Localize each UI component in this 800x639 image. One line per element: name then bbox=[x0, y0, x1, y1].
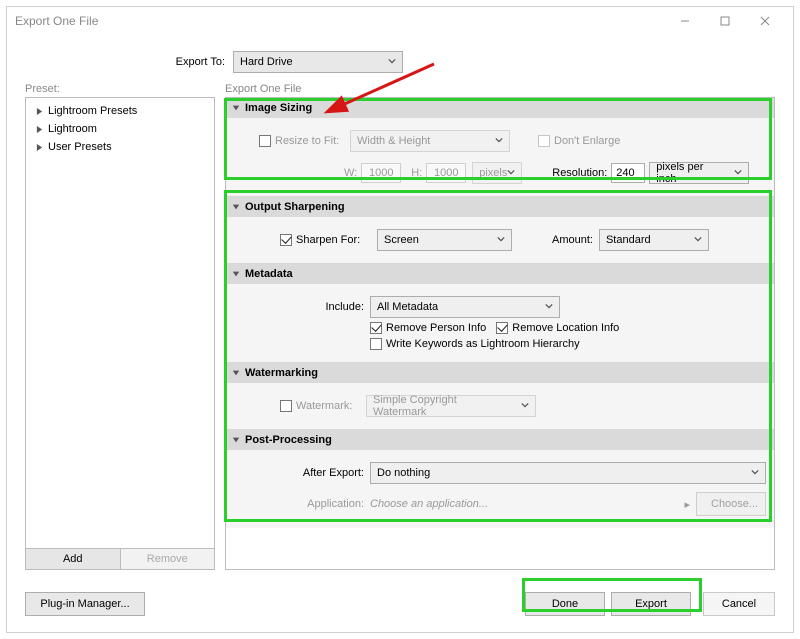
metadata-header[interactable]: Metadata bbox=[226, 264, 774, 284]
application-placeholder: Choose an application... bbox=[370, 498, 678, 510]
title-bar: Export One File bbox=[7, 7, 793, 35]
preset-label: Lightroom Presets bbox=[48, 105, 137, 117]
chevron-down-icon bbox=[388, 56, 396, 68]
amount-dropdown[interactable]: Standard bbox=[599, 229, 709, 251]
sharpen-for-dropdown[interactable]: Screen bbox=[377, 229, 512, 251]
after-export-label: After Export: bbox=[234, 467, 364, 479]
chevron-down-icon bbox=[521, 400, 529, 412]
remove-location-label: Remove Location Info bbox=[512, 322, 619, 334]
chevron-down-icon bbox=[694, 234, 702, 246]
triangle-down-icon bbox=[232, 203, 242, 211]
chevron-down-icon bbox=[751, 467, 759, 479]
chevron-down-icon bbox=[734, 167, 742, 179]
image-sizing-section: Image Sizing Resize to Fit: Width & Heig… bbox=[226, 98, 774, 197]
width-label: W: bbox=[344, 167, 357, 179]
done-button[interactable]: Done bbox=[525, 592, 605, 616]
triangle-down-icon bbox=[232, 270, 242, 278]
close-button[interactable] bbox=[745, 7, 785, 35]
include-dropdown[interactable]: All Metadata bbox=[370, 296, 560, 318]
triangle-right-icon bbox=[34, 143, 44, 152]
watermark-label: Watermark: bbox=[296, 400, 366, 412]
dont-enlarge-checkbox bbox=[538, 135, 550, 147]
application-label: Application: bbox=[234, 498, 364, 510]
preset-list[interactable]: Lightroom Presets Lightroom User Presets bbox=[25, 97, 215, 549]
output-sharpening-header[interactable]: Output Sharpening bbox=[226, 197, 774, 217]
watermarking-section: Watermarking Watermark: Simple Copyright… bbox=[226, 363, 774, 430]
plugin-manager-button[interactable]: Plug-in Manager... bbox=[25, 592, 145, 616]
after-export-dropdown[interactable]: Do nothing bbox=[370, 462, 766, 484]
cancel-button[interactable]: Cancel bbox=[703, 592, 775, 616]
watermarking-header[interactable]: Watermarking bbox=[226, 363, 774, 383]
preset-label: User Presets bbox=[48, 141, 112, 153]
triangle-right-icon: ▸ bbox=[684, 498, 690, 511]
export-to-value: Hard Drive bbox=[240, 56, 293, 68]
window-title: Export One File bbox=[15, 14, 665, 28]
maximize-button[interactable] bbox=[705, 7, 745, 35]
triangle-right-icon bbox=[34, 125, 44, 134]
chevron-down-icon bbox=[495, 135, 503, 147]
chevron-down-icon bbox=[497, 234, 505, 246]
export-button[interactable]: Export bbox=[611, 592, 691, 616]
chevron-down-icon bbox=[545, 301, 553, 313]
export-dialog: Export One File Export To: Hard Drive Pr… bbox=[6, 6, 794, 633]
add-preset-button[interactable]: Add bbox=[26, 549, 121, 569]
preset-item[interactable]: Lightroom Presets bbox=[26, 102, 214, 120]
height-label: H: bbox=[411, 167, 422, 179]
resize-to-fit-label: Resize to Fit: bbox=[275, 135, 350, 147]
preset-item[interactable]: User Presets bbox=[26, 138, 214, 156]
triangle-down-icon bbox=[232, 104, 242, 112]
resolution-field[interactable] bbox=[611, 163, 645, 183]
settings-panel: Image Sizing Resize to Fit: Width & Heig… bbox=[225, 97, 775, 570]
export-to-dropdown[interactable]: Hard Drive bbox=[233, 51, 403, 73]
height-field bbox=[426, 163, 466, 183]
dont-enlarge-label: Don't Enlarge bbox=[554, 135, 620, 147]
remove-preset-button[interactable]: Remove bbox=[121, 549, 215, 569]
write-keywords-checkbox[interactable] bbox=[370, 338, 382, 350]
include-label: Include: bbox=[234, 301, 364, 313]
watermark-dropdown: Simple Copyright Watermark bbox=[366, 395, 536, 417]
minimize-button[interactable] bbox=[665, 7, 705, 35]
right-header: Export One File bbox=[225, 83, 775, 95]
resize-mode-dropdown: Width & Height bbox=[350, 130, 510, 152]
post-processing-header[interactable]: Post-Processing bbox=[226, 430, 774, 450]
resize-to-fit-checkbox[interactable] bbox=[259, 135, 271, 147]
metadata-section: Metadata Include: All Metadata bbox=[226, 264, 774, 363]
watermark-checkbox[interactable] bbox=[280, 400, 292, 412]
unit-dropdown: pixels bbox=[472, 162, 522, 184]
width-field bbox=[361, 163, 401, 183]
image-sizing-header[interactable]: Image Sizing bbox=[226, 98, 774, 118]
output-sharpening-section: Output Sharpening Sharpen For: Screen bbox=[226, 197, 774, 264]
amount-label: Amount: bbox=[552, 234, 593, 246]
preset-header: Preset: bbox=[25, 83, 215, 95]
triangle-down-icon bbox=[232, 436, 242, 444]
export-to-label: Export To: bbox=[25, 56, 225, 68]
sharpen-for-checkbox[interactable] bbox=[280, 234, 292, 246]
preset-label: Lightroom bbox=[48, 123, 97, 135]
sharpen-for-label: Sharpen For: bbox=[296, 234, 371, 246]
remove-person-label: Remove Person Info bbox=[386, 322, 486, 334]
chevron-down-icon bbox=[507, 167, 515, 179]
triangle-right-icon bbox=[34, 107, 44, 116]
preset-item[interactable]: Lightroom bbox=[26, 120, 214, 138]
remove-location-checkbox[interactable] bbox=[496, 322, 508, 334]
triangle-down-icon bbox=[232, 369, 242, 377]
post-processing-section: Post-Processing After Export: Do nothing bbox=[226, 430, 774, 528]
write-keywords-label: Write Keywords as Lightroom Hierarchy bbox=[386, 338, 580, 350]
remove-person-checkbox[interactable] bbox=[370, 322, 382, 334]
resolution-unit-dropdown[interactable]: pixels per inch bbox=[649, 162, 749, 184]
resolution-label: Resolution: bbox=[552, 167, 607, 179]
choose-application-button: Choose... bbox=[696, 492, 766, 516]
